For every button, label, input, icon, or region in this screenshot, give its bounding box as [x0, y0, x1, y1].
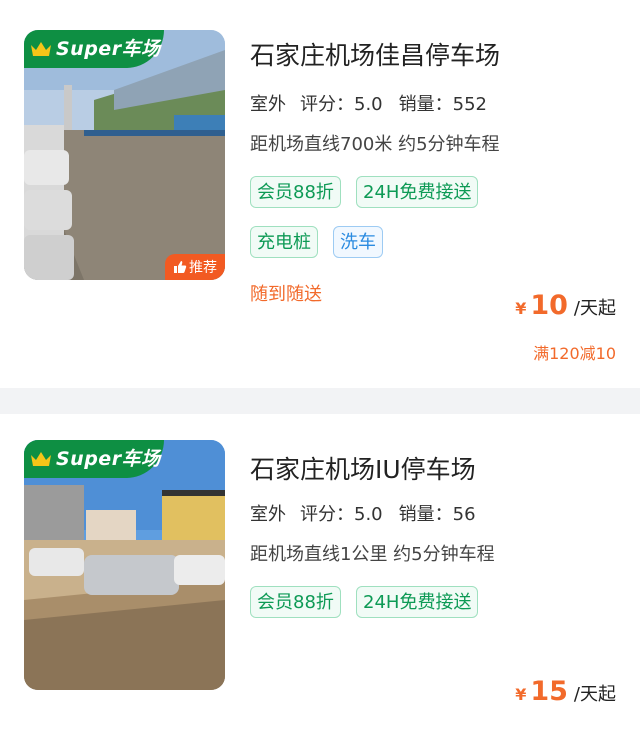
super-lot-badge: Super车场: [24, 30, 164, 68]
tag-car-wash: 洗车: [333, 226, 383, 258]
tag-member-discount: 会员88折: [250, 586, 341, 618]
discount-text: 满120减10: [533, 344, 616, 363]
distance-info: 距机场直线700米 约5分钟车程: [250, 134, 500, 155]
super-badge-label: Super车场: [56, 448, 161, 470]
price: ¥ 10 /天起: [515, 290, 616, 321]
price-amount: 10: [530, 290, 568, 321]
parking-photo[interactable]: Super车场 推荐: [24, 30, 225, 280]
parking-name[interactable]: 石家庄机场IU停车场: [250, 450, 476, 486]
tag-charging-pile: 充电桩: [250, 226, 318, 258]
promo-text: 随到随送: [250, 284, 322, 305]
listing-meta: 室外 评分：5.0 销量：56: [250, 500, 476, 530]
lot-type-label: 室外: [250, 504, 286, 525]
recommend-label: 推荐: [189, 260, 217, 276]
price-unit: /天起: [573, 298, 616, 319]
parking-listing-card[interactable]: Super车场 推荐 石家庄机场佳昌停车场 室外 评分：5.0 销量：552 距…: [0, 0, 640, 388]
crown-icon: [31, 42, 51, 56]
lot-type: 室外: [250, 90, 290, 120]
rating: 评分：5.0: [300, 94, 383, 115]
thumbs-up-icon: [174, 261, 187, 273]
tag-free-shuttle: 24H免费接送: [356, 586, 479, 618]
lot-type-label: 室外: [250, 94, 286, 115]
sales-count: 销量：56: [398, 504, 476, 525]
crown-icon: [31, 452, 51, 466]
tag-free-shuttle: 24H免费接送: [356, 176, 479, 208]
tag-member-discount: 会员88折: [250, 176, 341, 208]
super-badge-label: Super车场: [56, 38, 161, 60]
parking-name[interactable]: 石家庄机场佳昌停车场: [250, 36, 500, 72]
listing-meta: 室外 评分：5.0 销量：552: [250, 90, 487, 120]
parking-listing-card[interactable]: Super车场 石家庄机场IU停车场 室外 评分：5.0 销量：56 距机场直线…: [0, 414, 640, 744]
recommend-badge: 推荐: [165, 254, 225, 280]
price: ¥ 15 /天起: [515, 676, 616, 707]
super-lot-badge: Super车场: [24, 440, 164, 478]
sales-count: 销量：552: [398, 94, 487, 115]
price-unit: /天起: [573, 684, 616, 705]
lot-type: 室外: [250, 500, 290, 530]
currency-symbol: ¥: [515, 685, 527, 704]
price-amount: 15: [530, 676, 568, 707]
distance-info: 距机场直线1公里 约5分钟车程: [250, 544, 495, 565]
rating: 评分：5.0: [300, 504, 383, 525]
currency-symbol: ¥: [515, 299, 527, 318]
parking-photo[interactable]: Super车场: [24, 440, 225, 690]
